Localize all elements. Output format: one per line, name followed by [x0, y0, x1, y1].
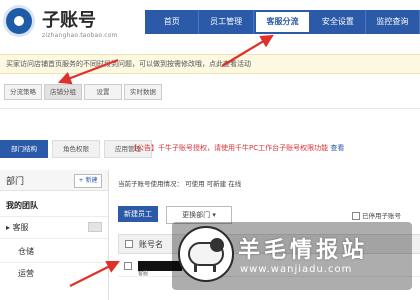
logo-subtitle: zizhanghao.taobao.com	[42, 32, 118, 39]
department-title: 部门	[6, 177, 25, 187]
watermark-title: 羊毛情报站	[238, 238, 369, 263]
chevron-down-icon: ▾	[212, 211, 216, 219]
notice-text[interactable]: 买家访问店铺首页服务的不同时段到问题，可以做到按需修改哦，点此查看活动	[6, 59, 251, 69]
watermark-url: www.wanjiadu.com	[240, 264, 353, 275]
tree-item-warehouse[interactable]: 仓储	[18, 246, 34, 257]
tree-divider	[0, 238, 108, 239]
tree-item-customer-service[interactable]: ▸ 客服	[6, 222, 29, 233]
show-disabled-filter[interactable]: 已停用子账号	[352, 210, 401, 220]
subtab-routing-strategy[interactable]: 分流策略	[4, 84, 42, 100]
top-header: 子账号 zizhanghao.taobao.com 首页 员工管理 客服分流 安…	[0, 0, 420, 52]
subtab-shop-groups[interactable]: 店铺分组	[44, 84, 82, 100]
logo-icon	[6, 8, 32, 34]
sheep-head-icon	[210, 238, 224, 252]
subtab-realtime-data[interactable]: 实时数据	[124, 84, 162, 100]
tab-department-structure[interactable]: 部门结构	[0, 140, 48, 158]
row-checkbox[interactable]	[124, 262, 132, 270]
announcement-link[interactable]: 查看	[330, 144, 344, 152]
row-department: 客服	[138, 271, 149, 277]
select-all-checkbox[interactable]	[125, 240, 133, 248]
nav-customer-service-routing[interactable]: 客服分流	[253, 10, 312, 34]
usage-summary: 当前子账号使用情况： 可使用 可新建 在线	[118, 180, 242, 188]
subtab-settings[interactable]: 设置	[84, 84, 122, 100]
change-department-label: 更换部门	[182, 211, 211, 219]
announcement-text: 【公告】千牛子账号授权，请使用千牛PC工作台子账号权限功能	[130, 144, 329, 152]
tab-role-permissions[interactable]: 角色权限	[52, 140, 100, 158]
nav-staff-management[interactable]: 员工管理	[199, 10, 254, 34]
tree-divider	[0, 216, 108, 217]
notice-bar: 买家访问店铺首页服务的不同时段到问题，可以做到按需修改哦，点此查看活动	[0, 54, 420, 74]
checkbox[interactable]	[352, 212, 360, 220]
show-disabled-label: 已停用子账号	[362, 212, 401, 220]
department-panel: 部门 + 新建 我的团队 ▸ 客服 仓储 运营	[0, 170, 109, 300]
routing-subtabs: 分流策略 店铺分组 设置 实时数据	[4, 84, 162, 100]
app-logo[interactable]: 子账号 zizhanghao.taobao.com	[6, 6, 146, 46]
tree-item-operations[interactable]: 运营	[18, 268, 34, 279]
logo-title: 子账号	[42, 10, 96, 31]
main-nav: 首页 员工管理 客服分流 安全设置 监控查询	[145, 10, 420, 34]
department-header: 部门 + 新建	[0, 170, 108, 191]
announcement: 【公告】千牛子账号授权，请使用千牛PC工作台子账号权限功能 查看	[130, 143, 344, 153]
sheep-logo-icon	[178, 226, 234, 282]
tree-item-label: 客服	[12, 223, 29, 232]
nav-home[interactable]: 首页	[145, 10, 200, 34]
nav-security-settings[interactable]: 安全设置	[311, 10, 366, 34]
new-employee-button[interactable]: 新建员工	[118, 206, 158, 222]
sheep-legs-icon	[194, 264, 216, 272]
tree-divider	[0, 262, 108, 263]
column-header-account[interactable]: 账号名	[139, 239, 163, 250]
tree-root-my-team[interactable]: 我的团队	[6, 200, 38, 211]
section-divider	[0, 108, 420, 109]
nav-monitoring[interactable]: 监控查询	[366, 10, 420, 34]
new-department-button[interactable]: + 新建	[74, 174, 102, 188]
collapse-toggle-icon[interactable]	[88, 222, 102, 232]
